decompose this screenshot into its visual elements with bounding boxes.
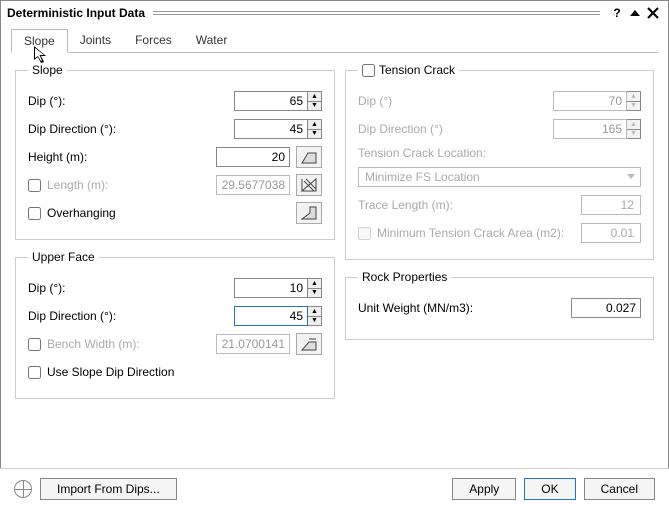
tensioncrack-group: Tension Crack Dip (°) ▲▼ Dip Direction (… xyxy=(345,63,654,260)
uf-bench-input xyxy=(216,334,290,354)
uf-bench-icon[interactable] xyxy=(296,333,322,355)
uf-dipdir-input[interactable] xyxy=(234,306,308,326)
tc-dipdir-spinner: ▲▼ xyxy=(627,119,641,139)
uf-bench-label: Bench Width (m): xyxy=(47,337,210,351)
tc-dip-spinner: ▲▼ xyxy=(627,91,641,111)
slope-overhanging-checkbox[interactable] xyxy=(28,207,41,220)
tab-forces[interactable]: Forces xyxy=(123,29,184,52)
window-title: Deterministic Input Data xyxy=(7,6,145,20)
slope-height-input[interactable] xyxy=(216,147,290,167)
ok-button[interactable]: OK xyxy=(524,478,575,500)
tc-loc-value xyxy=(358,167,641,187)
close-icon[interactable] xyxy=(644,7,662,19)
apply-button[interactable]: Apply xyxy=(452,478,516,500)
rp-uw-input[interactable] xyxy=(571,298,641,318)
tab-joints[interactable]: Joints xyxy=(68,29,123,52)
uf-useslopedd-label: Use Slope Dip Direction xyxy=(47,365,322,379)
slope-length-label: Length (m): xyxy=(47,178,210,192)
uf-dip-label: Dip (°): xyxy=(28,281,228,295)
tc-dip-label: Dip (°) xyxy=(358,94,547,108)
slope-height-icon[interactable] xyxy=(296,146,322,168)
slope-legend: Slope xyxy=(28,63,67,77)
tc-loc-combo xyxy=(358,167,641,187)
tc-dipdir-label: Dip Direction (°) xyxy=(358,122,547,136)
uf-dipdir-spinner[interactable]: ▲▼ xyxy=(308,306,322,326)
help-icon[interactable]: ? xyxy=(608,6,626,20)
tc-enable-checkbox[interactable] xyxy=(362,64,375,77)
uf-useslopedd-checkbox[interactable] xyxy=(28,366,41,379)
tc-dip-input xyxy=(553,91,627,111)
upperface-legend: Upper Face xyxy=(28,250,99,264)
uf-dip-input[interactable] xyxy=(234,278,308,298)
tab-strip: Slope Joints Forces Water xyxy=(11,29,658,53)
slope-length-input xyxy=(216,175,290,195)
collapse-icon[interactable] xyxy=(626,7,644,19)
tc-legend: Tension Crack xyxy=(379,63,455,77)
tab-water[interactable]: Water xyxy=(184,29,240,52)
tc-minarea-input xyxy=(581,223,641,243)
uf-bench-checkbox[interactable] xyxy=(28,338,41,351)
slope-overhanging-icon[interactable] xyxy=(296,202,322,224)
slope-dip-spinner[interactable]: ▲▼ xyxy=(308,91,322,111)
tc-minarea-label: Minimum Tension Crack Area (m2): xyxy=(377,226,575,240)
tc-minarea-checkbox xyxy=(358,227,371,240)
slope-dipdir-spinner[interactable]: ▲▼ xyxy=(308,119,322,139)
globe-icon[interactable] xyxy=(14,480,32,498)
rockprops-legend: Rock Properties xyxy=(358,270,451,284)
rockprops-group: Rock Properties Unit Weight (MN/m3): xyxy=(345,270,654,340)
uf-dip-spinner[interactable]: ▲▼ xyxy=(308,278,322,298)
upperface-group: Upper Face Dip (°): ▲▼ Dip Direction (°)… xyxy=(15,250,335,399)
slope-length-checkbox[interactable] xyxy=(28,179,41,192)
slope-dipdir-input[interactable] xyxy=(234,119,308,139)
title-rule xyxy=(153,11,600,15)
tc-trace-label: Trace Length (m): xyxy=(358,198,575,212)
slope-group: Slope Dip (°): ▲▼ Dip Direction (°): ▲▼ … xyxy=(15,63,335,240)
rp-uw-label: Unit Weight (MN/m3): xyxy=(358,301,565,315)
slope-dip-input[interactable] xyxy=(234,91,308,111)
tc-trace-input xyxy=(581,195,641,215)
footer-bar: Import From Dips... Apply OK Cancel xyxy=(0,468,669,508)
uf-dipdir-label: Dip Direction (°): xyxy=(28,309,228,323)
title-bar: Deterministic Input Data ? xyxy=(1,1,668,25)
tc-dipdir-input xyxy=(553,119,627,139)
tc-loc-label: Tension Crack Location: xyxy=(358,146,641,160)
slope-height-label: Height (m): xyxy=(28,150,210,164)
slope-overhanging-label: Overhanging xyxy=(47,206,196,220)
tab-slope[interactable]: Slope xyxy=(11,29,68,53)
slope-dip-label: Dip (°): xyxy=(28,94,228,108)
slope-length-icon[interactable] xyxy=(296,174,322,196)
import-button[interactable]: Import From Dips... xyxy=(40,478,177,500)
slope-dipdir-label: Dip Direction (°): xyxy=(28,122,228,136)
cancel-button[interactable]: Cancel xyxy=(584,478,655,500)
